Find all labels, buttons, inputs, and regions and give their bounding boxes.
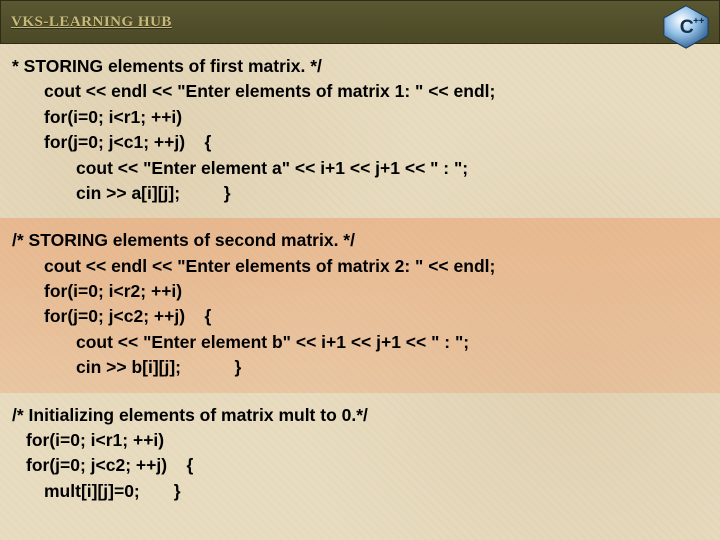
code-line: cout << endl << "Enter elements of matri… xyxy=(6,79,714,104)
code-line: for(j=0; j<c1; ++j) { xyxy=(6,130,714,155)
code-line: cout << endl << "Enter elements of matri… xyxy=(6,254,714,279)
svg-text:++: ++ xyxy=(693,16,705,27)
code-line: for(i=0; i<r1; ++i) xyxy=(6,428,714,453)
code-line: * STORING elements of first matrix. */ xyxy=(6,54,714,79)
slide-header: VKS-LEARNING HUB C ++ xyxy=(0,0,720,44)
code-block-3: /* Initializing elements of matrix mult … xyxy=(0,393,720,517)
code-block-2: /* STORING elements of second matrix. */… xyxy=(0,218,720,392)
code-block-1: * STORING elements of first matrix. */ c… xyxy=(0,44,720,218)
code-line: cin >> b[i][j]; } xyxy=(6,355,714,380)
code-line: mult[i][j]=0; } xyxy=(6,479,714,504)
code-line: for(i=0; i<r2; ++i) xyxy=(6,279,714,304)
code-line: for(i=0; i<r1; ++i) xyxy=(6,105,714,130)
header-title: VKS-LEARNING HUB xyxy=(11,14,172,31)
code-line: for(j=0; j<c2; ++j) { xyxy=(6,304,714,329)
code-line: cout << "Enter element b" << i+1 << j+1 … xyxy=(6,330,714,355)
code-line: cin >> a[i][j]; } xyxy=(6,181,714,206)
svg-text:C: C xyxy=(680,16,694,38)
code-line: /* Initializing elements of matrix mult … xyxy=(6,403,714,428)
code-line: cout << "Enter element a" << i+1 << j+1 … xyxy=(6,156,714,181)
code-line: /* STORING elements of second matrix. */ xyxy=(6,228,714,253)
cpp-logo-icon: C ++ xyxy=(659,3,713,49)
code-line: for(j=0; j<c2; ++j) { xyxy=(6,453,714,478)
